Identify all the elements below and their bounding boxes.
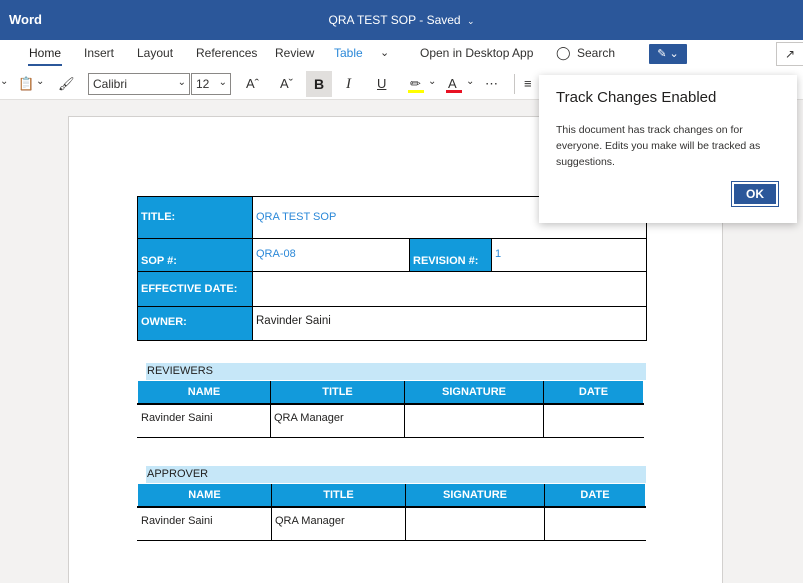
- reviewers-col-signature: SIGNATURE: [405, 381, 543, 404]
- approver-title[interactable]: QRA Manager: [275, 515, 345, 527]
- doc-title-text: QRA TEST SOP: [328, 13, 416, 27]
- reviewers-col-title: TITLE: [271, 381, 404, 404]
- chevron-down-icon[interactable]: ⌄: [428, 76, 436, 87]
- share-button[interactable]: ↗: [776, 42, 803, 66]
- italic-button[interactable]: I: [346, 76, 351, 93]
- paste-icon[interactable]: 📋: [18, 76, 34, 92]
- effective-date-label: EFFECTIVE DATE:: [138, 272, 252, 306]
- reviewers-heading: REVIEWERS: [146, 363, 646, 380]
- editing-mode-button[interactable]: ✎ ⌄: [649, 44, 687, 64]
- reviewer-title[interactable]: QRA Manager: [274, 412, 344, 424]
- divider: [514, 74, 515, 94]
- approver-col-title: TITLE: [272, 484, 405, 507]
- approver-heading: APPROVER: [146, 466, 646, 483]
- font-name-value: Calibri: [93, 77, 128, 91]
- tab-references[interactable]: References: [196, 46, 257, 60]
- more-options-icon[interactable]: ⋯: [485, 76, 498, 92]
- revision-label: REVISION #:: [410, 239, 491, 271]
- chevron-down-icon: ⌄: [669, 48, 679, 60]
- reviewing-icon: ✎: [657, 48, 667, 60]
- title-value[interactable]: QRA TEST SOP: [256, 211, 336, 223]
- approver-col-date: DATE: [545, 484, 645, 507]
- more-tabs-chevron-icon[interactable]: ⌄: [380, 46, 389, 59]
- lightbulb-icon[interactable]: ◯: [556, 45, 571, 61]
- sop-value[interactable]: QRA-08: [256, 248, 296, 260]
- chevron-down-icon[interactable]: ⌄: [0, 76, 8, 87]
- bullets-icon[interactable]: ≡: [524, 76, 532, 91]
- chevron-down-icon[interactable]: ⌄: [466, 76, 474, 87]
- owner-value[interactable]: Ravinder Saini: [256, 315, 331, 327]
- chevron-down-icon: ⌄: [466, 16, 475, 26]
- shrink-font-icon[interactable]: Aˇ: [280, 76, 293, 91]
- paste-dropdown-icon[interactable]: ⌄: [36, 76, 44, 87]
- font-size-dropdown[interactable]: 12 ⌄: [191, 73, 231, 95]
- popup-pointer: [656, 66, 674, 75]
- font-name-dropdown[interactable]: Calibri ⌄: [88, 73, 190, 95]
- title-label: TITLE:: [138, 197, 252, 238]
- popup-body: This document has track changes on for e…: [556, 124, 761, 168]
- title-bar: Word QRA TEST SOP - Saved ⌄: [0, 0, 803, 40]
- revision-value[interactable]: 1: [495, 248, 501, 260]
- document-title[interactable]: QRA TEST SOP - Saved ⌄: [0, 13, 803, 27]
- owner-label: OWNER:: [138, 307, 252, 340]
- underline-button[interactable]: U: [377, 76, 386, 91]
- search-button[interactable]: Search: [577, 46, 615, 60]
- approver-col-name: NAME: [138, 484, 271, 507]
- chevron-down-icon: ⌄: [218, 77, 227, 88]
- reviewer-name[interactable]: Ravinder Saini: [141, 412, 213, 424]
- track-changes-popup: Track Changes Enabled This document has …: [539, 75, 797, 223]
- tab-review[interactable]: Review: [275, 46, 314, 60]
- highlight-color-bar: [408, 90, 424, 93]
- tab-layout[interactable]: Layout: [137, 46, 173, 60]
- reviewers-col-date: DATE: [544, 381, 643, 404]
- save-status: Saved: [426, 13, 461, 27]
- open-in-desktop-button[interactable]: Open in Desktop App: [420, 46, 533, 60]
- tab-home[interactable]: Home: [27, 46, 63, 66]
- approver-col-signature: SIGNATURE: [406, 484, 544, 507]
- share-icon: ↗: [784, 47, 796, 61]
- ok-button[interactable]: OK: [731, 181, 779, 207]
- font-size-value: 12: [196, 77, 210, 91]
- reviewers-col-name: NAME: [138, 381, 270, 404]
- popup-title: Track Changes Enabled: [556, 89, 717, 106]
- format-painter-icon[interactable]: 🖌: [58, 76, 75, 92]
- sop-label: SOP #:: [138, 239, 252, 271]
- grow-font-icon[interactable]: Aˆ: [246, 76, 259, 91]
- tab-insert[interactable]: Insert: [84, 46, 114, 60]
- bold-button[interactable]: B: [306, 71, 332, 97]
- approver-name[interactable]: Ravinder Saini: [141, 515, 213, 527]
- tab-table[interactable]: Table: [334, 46, 363, 60]
- chevron-down-icon: ⌄: [177, 77, 186, 88]
- font-color-icon[interactable]: A: [448, 76, 457, 91]
- font-color-bar: [446, 90, 462, 93]
- ribbon-tabs: Home Insert Layout References Review Tab…: [0, 40, 803, 68]
